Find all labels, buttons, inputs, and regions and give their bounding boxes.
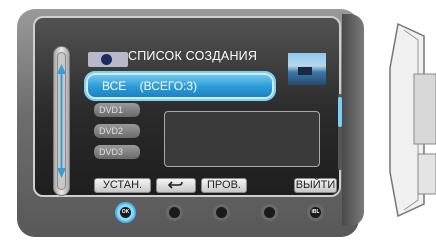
scrollbar[interactable] xyxy=(338,94,342,170)
back-button[interactable] xyxy=(156,178,196,193)
ok-hard-button[interactable]: OK xyxy=(117,204,134,221)
scrollbar-thumb[interactable] xyxy=(338,97,342,127)
info-hard-button[interactable]: iBL xyxy=(307,204,324,221)
device-edge xyxy=(342,14,364,226)
hard-button-4[interactable] xyxy=(261,204,278,221)
list-item-dvd3[interactable]: DVD3 xyxy=(94,145,140,159)
up-down-arrows-icon xyxy=(57,64,66,178)
return-arrow-icon xyxy=(167,181,183,189)
content-panel xyxy=(164,111,320,167)
page-title: СПИСОК СОЗДАНИЯ xyxy=(128,49,258,63)
exit-button[interactable]: ВЫЙТИ xyxy=(294,178,337,193)
check-button[interactable]: ПРОВ. xyxy=(201,178,247,193)
selected-item-all[interactable]: ВСЕ (ВСЕГО:3) xyxy=(86,73,274,99)
set-button[interactable]: УСТАН. xyxy=(94,178,151,193)
slider-track xyxy=(57,52,66,190)
disc-icon xyxy=(88,52,128,67)
hard-button-3[interactable] xyxy=(213,204,230,221)
lcd-screen xyxy=(33,16,341,197)
selected-count: (ВСЕГО:3) xyxy=(139,79,198,93)
list-item-dvd1[interactable]: DVD1 xyxy=(94,103,140,117)
hinge-clip xyxy=(389,22,436,218)
selected-label: ВСЕ xyxy=(102,79,127,93)
preview-thumbnail xyxy=(288,53,326,85)
hard-button-2[interactable] xyxy=(166,204,183,221)
scroll-slider[interactable] xyxy=(53,46,70,196)
list-item-dvd2[interactable]: DVD2 xyxy=(94,124,140,138)
